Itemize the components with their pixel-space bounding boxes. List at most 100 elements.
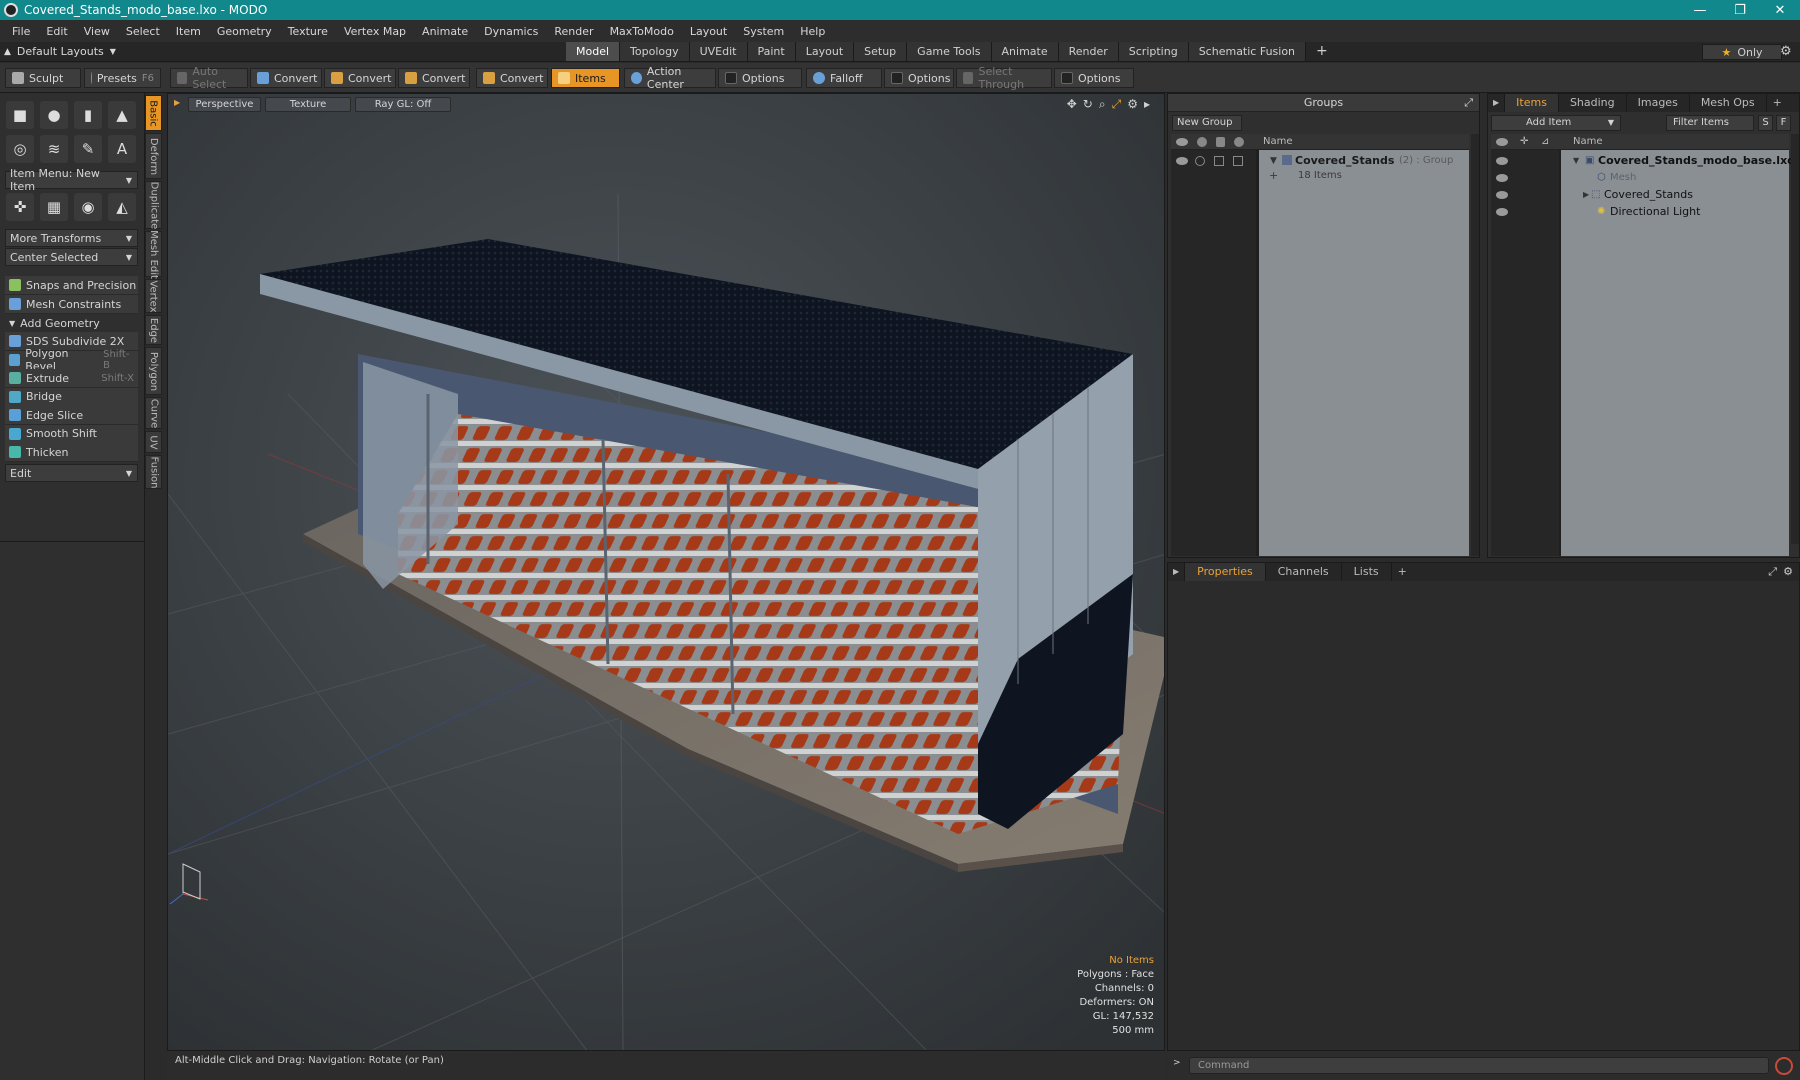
groups-scrollbar[interactable] [1471,134,1479,556]
only-button[interactable]: ★ Only [1702,44,1782,60]
text-icon[interactable]: A [108,135,136,163]
collapse-arrow-icon[interactable]: ▶ [1583,190,1589,199]
cylinder-icon[interactable]: ▮ [74,101,102,129]
vtab-basic[interactable]: Basic [145,95,162,131]
globe-icon[interactable]: ◉ [74,193,102,221]
add-item-dropdown[interactable]: Add Item ▼ [1491,115,1621,131]
tree-row-directional-light[interactable]: ✺ Directional Light [1491,203,1789,220]
menu-system[interactable]: System [735,25,792,38]
gear-icon[interactable]: ⚙ [1780,44,1792,59]
menu-maxtomodo[interactable]: MaxToModo [602,25,682,38]
command-input[interactable]: Command [1189,1057,1769,1074]
3d-viewport[interactable]: ▶ Perspective Texture Ray GL: Off ✥ ↻ ⌕ … [167,93,1165,1051]
vtab-polygon[interactable]: Polygon [145,347,162,395]
items-scrollbar[interactable] [1791,134,1799,544]
tab-lists[interactable]: Lists [1342,563,1392,581]
tool-smooth-shift-button[interactable]: Smooth Shift [5,424,138,444]
vtab-mesh-edit[interactable]: Mesh Edit [145,230,162,278]
mesh-constraints-button[interactable]: Mesh Constraints [5,295,138,314]
expand-arrow-icon[interactable]: ▼ [1573,156,1579,165]
auto-select-button[interactable]: Auto Select [170,65,248,91]
visibility-eye-icon[interactable] [1496,191,1508,199]
tab-topology[interactable]: Topology [620,42,690,61]
sculpt-button[interactable]: Sculpt [5,68,81,88]
menu-select[interactable]: Select [118,25,168,38]
grid-icon[interactable]: ▦ [40,193,68,221]
tab-paint[interactable]: Paint [747,42,796,61]
f-button[interactable]: F [1776,115,1791,131]
menu-geometry[interactable]: Geometry [209,25,280,38]
falloff-button[interactable]: Falloff [806,68,882,88]
tool-bridge-button[interactable]: Bridge [5,387,138,407]
vtab-curve[interactable]: Curve [145,397,162,429]
record-icon[interactable] [1775,1057,1793,1075]
menu-item[interactable]: Item [168,25,209,38]
viewport-gear-icon[interactable]: ⚙ [1127,97,1138,112]
menu-vertex-map[interactable]: Vertex Map [336,25,414,38]
tool-edge-slice-button[interactable]: Edge Slice [5,406,138,425]
edit-dropdown[interactable]: Edit ▼ [5,464,138,482]
new-group-button[interactable]: New Group [1172,115,1242,131]
tab-items[interactable]: Items [1505,94,1559,112]
maximize-button[interactable]: ❐ [1720,3,1760,18]
filter-items-input[interactable]: Filter Items [1666,115,1754,131]
tab-scripting[interactable]: Scripting [1118,42,1189,61]
item-menu-dropdown[interactable]: Item Menu: New Item ▼ [5,167,138,193]
tree-row-covered-stands[interactable]: ▶ ⬚ Covered_Stands [1491,186,1789,203]
add-tab-icon[interactable]: + [1767,94,1788,112]
falloff-options-button[interactable]: Options [884,68,954,88]
convert-button-3[interactable]: Convert [398,68,470,88]
visibility-eye-icon[interactable] [1496,157,1508,165]
plus-icon[interactable]: + [1269,169,1278,182]
group-visible-icon[interactable] [1176,157,1188,165]
tab-setup[interactable]: Setup [854,42,908,61]
group-select-toggle[interactable] [1233,156,1243,166]
menu-view[interactable]: View [76,25,118,38]
torus-icon[interactable]: ◎ [6,135,34,163]
capsule-icon[interactable]: ≋ [40,135,68,163]
cube-icon[interactable]: ■ [6,101,34,129]
tree-row-mesh[interactable]: ⬡ Mesh [1491,169,1789,186]
tab-menu-icon[interactable]: ▶ [1168,563,1186,581]
default-layouts-dropdown[interactable]: ▲ Default Layouts ▼ [4,45,116,58]
move-gizmo-icon[interactable]: ✜ [6,193,34,221]
rotate-icon[interactable]: ↻ [1083,97,1093,112]
pen-icon[interactable]: ✎ [74,135,102,163]
action-center-button[interactable]: Action Center [624,65,716,91]
tab-channels[interactable]: Channels [1266,563,1342,581]
select-through-button[interactable]: Select Through [956,65,1052,91]
expand-icon[interactable]: ⤢ [1464,94,1473,112]
tab-mesh-ops[interactable]: Mesh Ops [1690,94,1767,112]
vtab-vertex[interactable]: Vertex [145,279,162,313]
menu-dynamics[interactable]: Dynamics [476,25,546,38]
tab-properties[interactable]: Properties [1185,563,1266,581]
convert-button-1[interactable]: Convert [250,68,322,88]
vtab-deform[interactable]: Deform [145,133,162,179]
menu-texture[interactable]: Texture [280,25,336,38]
select-through-options-button[interactable]: Options [1054,68,1134,88]
menu-animate[interactable]: Animate [414,25,476,38]
menu-render[interactable]: Render [546,25,601,38]
vtab-fusion[interactable]: Fusion [145,455,162,489]
menu-layout[interactable]: Layout [682,25,735,38]
menu-help[interactable]: Help [792,25,833,38]
pyramid-icon[interactable]: ◭ [108,193,136,221]
tool-extrude-button[interactable]: Extrude Shift-X [5,369,138,388]
expand-arrow-icon[interactable]: ▼ [1270,156,1277,166]
cone-icon[interactable]: ▲ [108,101,136,129]
add-tab-button[interactable]: + [1306,42,1338,61]
snaps-precision-button[interactable]: Snaps and Precision [5,276,138,295]
items-mode-button[interactable]: Items [551,68,620,88]
tool-polygon-bevel-button[interactable]: Polygon Bevel Shift-B [5,347,138,373]
presets-button[interactable]: Presets F6 [84,68,161,88]
tab-model[interactable]: Model [566,42,621,61]
vtab-duplicate[interactable]: Duplicate [145,181,162,229]
group-lock-toggle[interactable] [1214,156,1224,166]
zoom-icon[interactable]: ⌕ [1099,97,1106,112]
tab-game-tools[interactable]: Game Tools [907,42,992,61]
tab-animate[interactable]: Animate [991,42,1059,61]
expand-icon[interactable]: ⤢ [1768,565,1777,579]
close-button[interactable]: ✕ [1760,3,1800,18]
tree-row-covered-stands-modo-base-lxo[interactable]: ▼ ▣ Covered_Stands_modo_base.lxo [1491,152,1795,169]
properties-gear-icon[interactable]: ⚙ [1783,565,1793,578]
